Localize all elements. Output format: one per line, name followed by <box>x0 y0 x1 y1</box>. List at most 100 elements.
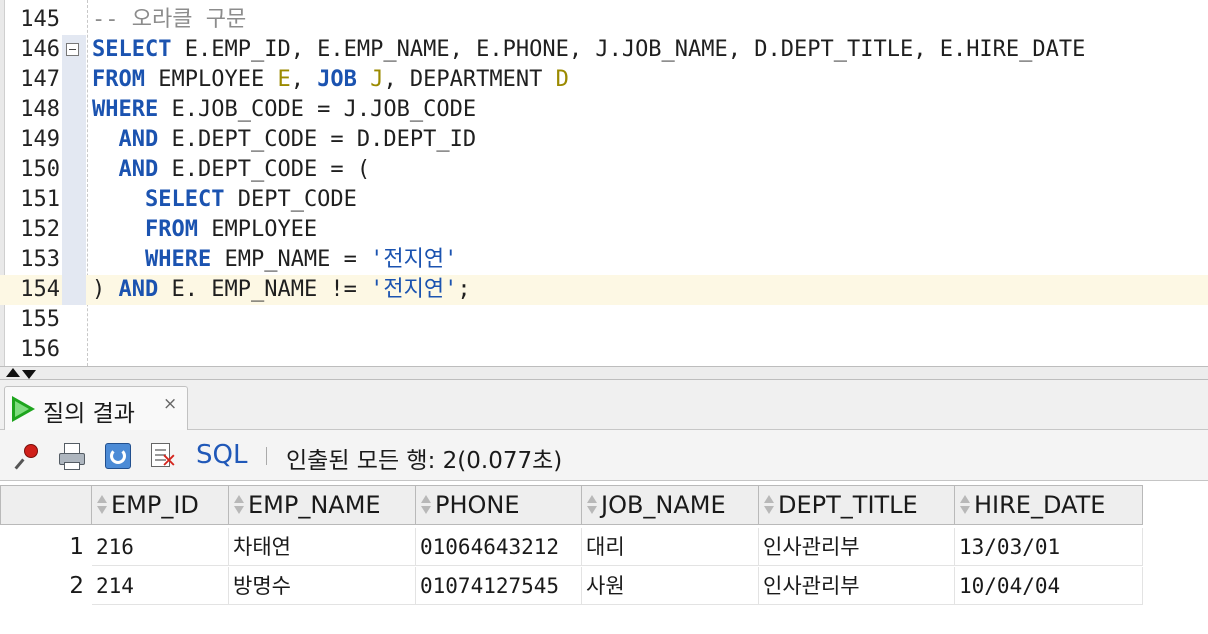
code-token: EMP_NAME = <box>211 247 371 272</box>
code-line[interactable]: 150 AND E.DEPT_CODE = ( <box>0 155 1208 185</box>
line-number: 151 <box>20 187 60 212</box>
table-cell[interactable]: 방명수 <box>229 567 416 605</box>
table-cell[interactable]: 대리 <box>582 528 759 566</box>
fold-gutter <box>62 125 86 155</box>
code-text: SELECT DEPT_CODE <box>92 185 357 215</box>
code-text: ) AND E. EMP_NAME != '전지연'; <box>92 275 471 305</box>
pin-icon[interactable] <box>14 442 42 470</box>
sql-button[interactable]: SQL <box>196 440 247 470</box>
table-cell[interactable]: 인사관리부 <box>759 567 955 605</box>
table-row[interactable]: 1 216 차태연 01064643212 대리 인사관리부 13/03/01 <box>0 528 1143 566</box>
code-token: AND <box>118 277 159 302</box>
column-header-emp-name[interactable]: EMP_NAME <box>229 485 416 525</box>
collapse-down-icon[interactable] <box>22 370 36 379</box>
sql-editor[interactable]: 145 -- 오라클 구문 146 SELECT E.EMP_ID, E.EMP_NA… <box>0 0 1208 366</box>
code-line[interactable]: 145 -- 오라클 구문 <box>0 5 1208 35</box>
code-line[interactable]: 154) AND E. EMP_NAME != '전지연'; <box>0 275 1208 305</box>
toolbar-separator <box>266 447 267 465</box>
code-line[interactable]: 155 <box>0 305 1208 335</box>
table-cell[interactable]: 인사관리부 <box>759 528 955 566</box>
line-number: 156 <box>20 337 60 362</box>
code-text: AND E.DEPT_CODE = D.DEPT_ID <box>92 125 477 155</box>
results-toolbar: ✕ SQL 인출된 모든 행: 2(0.077초) <box>0 430 1208 480</box>
expand-up-icon[interactable] <box>6 368 20 377</box>
collapse-icon[interactable] <box>66 43 79 56</box>
column-header-emp-id[interactable]: EMP_ID <box>92 485 229 525</box>
table-cell[interactable]: 10/04/04 <box>955 567 1143 605</box>
code-line[interactable]: 153 WHERE EMP_NAME = '전지연' <box>0 245 1208 275</box>
line-number: 153 <box>20 247 60 272</box>
code-token: AND <box>118 157 159 182</box>
table-row[interactable]: 2 214 방명수 01074127545 사원 인사관리부 10/04/04 <box>0 567 1143 605</box>
code-token: '전지연' <box>370 277 458 302</box>
code-text: WHERE E.JOB_CODE = J.JOB_CODE <box>92 95 476 125</box>
refresh-icon[interactable] <box>104 442 132 470</box>
fold-gutter <box>62 155 86 185</box>
code-line[interactable]: 151 SELECT DEPT_CODE <box>0 185 1208 215</box>
code-token: SELECT <box>92 37 172 62</box>
code-token: E.EMP_ID, E.EMP_NAME, E.PHONE, J.JOB_NAM… <box>171 37 1086 62</box>
code-line[interactable]: 149 AND E.DEPT_CODE = D.DEPT_ID <box>0 125 1208 155</box>
code-token: E.JOB_CODE = J.JOB_CODE <box>158 97 477 122</box>
fold-gutter <box>62 35 86 65</box>
column-header-hire-date[interactable]: HIRE_DATE <box>955 485 1143 525</box>
code-line[interactable]: 146 SELECT E.EMP_ID, E.EMP_NAME, E.PHONE,… <box>0 35 1208 65</box>
fetch-status: 인출된 모든 행: 2(0.077초) <box>286 448 563 474</box>
line-number: 149 <box>20 127 60 152</box>
code-token: WHERE <box>92 97 159 122</box>
code-token: ) <box>92 277 119 302</box>
panel-splitter[interactable] <box>0 366 1208 380</box>
code-token: SELECT <box>144 187 225 212</box>
code-token: E.DEPT_CODE = D.DEPT_ID <box>158 127 477 152</box>
code-token: J <box>370 67 384 92</box>
sort-icon <box>421 494 431 516</box>
row-number-header <box>0 485 92 525</box>
table-cell[interactable]: 01074127545 <box>416 567 582 605</box>
results-panel: 질의 결과 × ✕ SQL 인출된 모든 행: 2(0.077초) EMP_ID… <box>0 380 1208 634</box>
grid-header: EMP_ID EMP_NAME PHONE JOB_NAME DEPT_TITLE HIR… <box>0 481 1208 527</box>
table-cell[interactable]: 13/03/01 <box>955 528 1143 566</box>
tab-query-result[interactable]: 질의 결과 × <box>4 386 188 431</box>
code-text: SELECT E.EMP_ID, E.EMP_NAME, E.PHONE, J.… <box>92 35 1085 65</box>
column-header-label: HIRE_DATE <box>974 491 1106 519</box>
code-token: EMPLOYEE <box>197 217 318 242</box>
table-cell[interactable]: 01064643212 <box>416 528 582 566</box>
column-header-label: JOB_NAME <box>601 491 726 519</box>
code-line[interactable]: 152 FROM EMPLOYEE <box>0 215 1208 245</box>
run-icon <box>12 396 35 422</box>
tab-close-icon[interactable]: × <box>163 394 177 414</box>
column-header-job-name[interactable]: JOB_NAME <box>582 485 759 525</box>
column-header-phone[interactable]: PHONE <box>416 485 582 525</box>
code-line[interactable]: 147 FROM EMPLOYEE E, JOB J, DEPARTMENT D <box>0 65 1208 95</box>
column-header-dept-title[interactable]: DEPT_TITLE <box>759 485 955 525</box>
results-grid[interactable]: EMP_ID EMP_NAME PHONE JOB_NAME DEPT_TITLE HIR… <box>0 480 1208 634</box>
row-number[interactable]: 1 <box>0 528 92 566</box>
code-text: -- 오라클 구문 <box>92 5 246 35</box>
code-token: , <box>290 67 318 92</box>
code-token: FROM <box>144 217 198 242</box>
code-token: , DEPARTMENT <box>383 67 556 92</box>
code-text: WHERE EMP_NAME = '전지연' <box>92 245 457 275</box>
fold-gutter <box>62 245 86 275</box>
line-number: 152 <box>20 217 60 242</box>
cancel-icon[interactable]: ✕ <box>150 442 178 471</box>
table-cell[interactable]: 216 <box>92 528 229 566</box>
line-number: 146 <box>20 37 60 62</box>
code-token: D <box>555 67 569 92</box>
code-line[interactable]: 148 WHERE E.JOB_CODE = J.JOB_CODE <box>0 95 1208 125</box>
code-line[interactable]: 156 <box>0 335 1208 365</box>
code-token: '전지연' <box>370 247 458 272</box>
row-number[interactable]: 2 <box>0 567 92 605</box>
table-cell[interactable]: 차태연 <box>229 528 416 566</box>
print-icon[interactable] <box>58 442 86 470</box>
sort-icon <box>764 494 774 516</box>
table-cell[interactable]: 사원 <box>582 567 759 605</box>
sort-icon <box>234 494 244 516</box>
code-token: -- 오라클 구문 <box>92 7 247 32</box>
fold-gutter <box>62 215 86 245</box>
table-cell[interactable]: 214 <box>92 567 229 605</box>
